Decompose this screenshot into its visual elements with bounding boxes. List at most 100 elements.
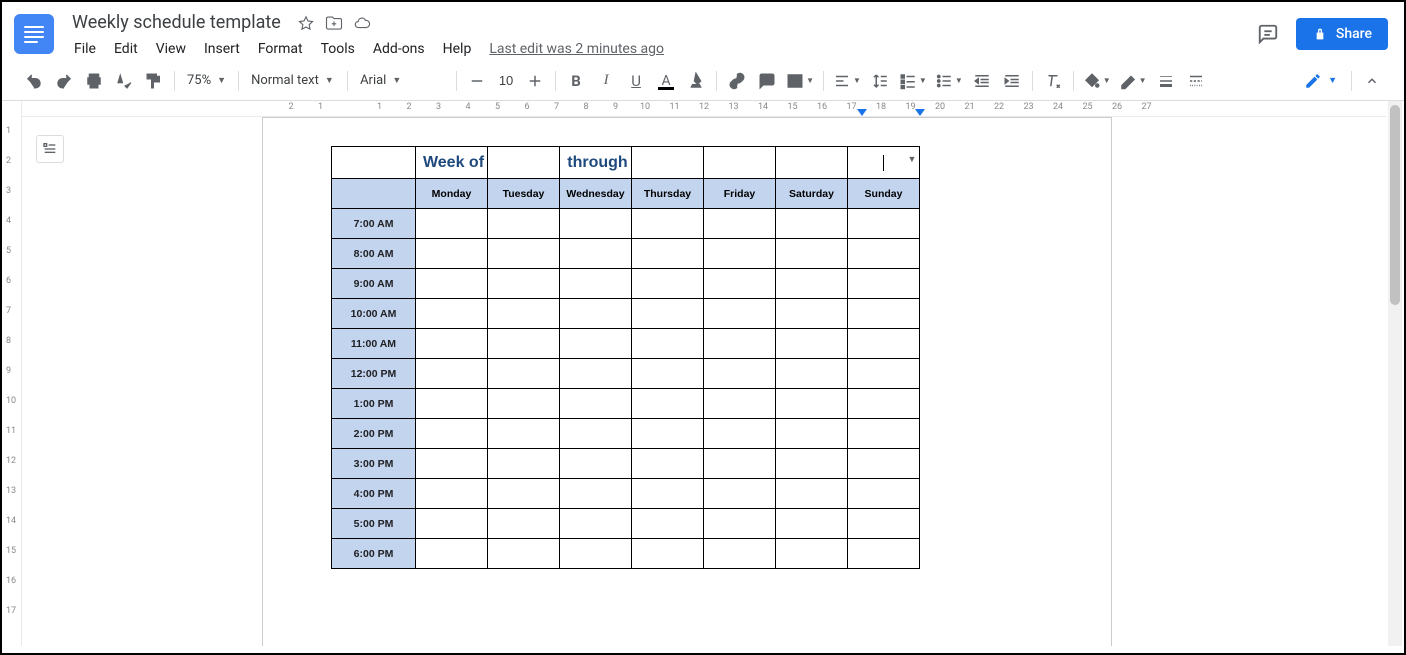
schedule-cell[interactable]	[560, 479, 632, 509]
schedule-cell[interactable]	[488, 359, 560, 389]
schedule-cell[interactable]	[848, 479, 920, 509]
time-cell[interactable]: 6:00 PM	[332, 539, 416, 569]
schedule-cell[interactable]	[488, 419, 560, 449]
schedule-cell[interactable]	[848, 239, 920, 269]
schedule-cell[interactable]	[704, 359, 776, 389]
schedule-cell[interactable]	[632, 209, 704, 239]
border-width-button[interactable]	[1152, 67, 1180, 95]
time-cell[interactable]: 8:00 AM	[332, 239, 416, 269]
schedule-cell[interactable]	[416, 479, 488, 509]
title-row-empty[interactable]	[848, 147, 920, 179]
schedule-cell[interactable]	[632, 509, 704, 539]
bulleted-list-button[interactable]: ▼	[932, 67, 966, 95]
menu-insert[interactable]: Insert	[196, 37, 248, 61]
schedule-cell[interactable]	[776, 269, 848, 299]
outline-button[interactable]	[36, 135, 64, 163]
zoom-select[interactable]: 75%▼	[181, 67, 232, 95]
title-row-empty[interactable]	[332, 147, 416, 179]
schedule-cell[interactable]	[848, 299, 920, 329]
schedule-cell[interactable]	[632, 299, 704, 329]
schedule-cell[interactable]	[488, 539, 560, 569]
schedule-cell[interactable]	[632, 269, 704, 299]
schedule-cell[interactable]	[704, 269, 776, 299]
menu-help[interactable]: Help	[435, 37, 480, 61]
undo-button[interactable]	[20, 67, 48, 95]
schedule-cell[interactable]	[776, 539, 848, 569]
move-icon[interactable]	[325, 14, 343, 32]
schedule-cell[interactable]	[704, 509, 776, 539]
schedule-table[interactable]: Week ofthroughMondayTuesdayWednesdayThur…	[331, 146, 920, 569]
schedule-cell[interactable]	[488, 449, 560, 479]
schedule-cell[interactable]	[848, 389, 920, 419]
day-header-friday[interactable]: Friday	[704, 179, 776, 209]
menu-edit[interactable]: Edit	[106, 37, 146, 61]
day-header-monday[interactable]: Monday	[416, 179, 488, 209]
time-cell[interactable]: 5:00 PM	[332, 509, 416, 539]
schedule-cell[interactable]	[632, 419, 704, 449]
schedule-cell[interactable]	[704, 329, 776, 359]
checklist-button[interactable]: ▼	[896, 67, 930, 95]
schedule-cell[interactable]	[416, 329, 488, 359]
schedule-cell[interactable]	[776, 329, 848, 359]
schedule-cell[interactable]	[776, 209, 848, 239]
docs-logo[interactable]	[14, 14, 54, 54]
schedule-cell[interactable]	[704, 449, 776, 479]
clear-formatting-button[interactable]	[1039, 67, 1067, 95]
schedule-cell[interactable]	[632, 359, 704, 389]
time-cell[interactable]: 1:00 PM	[332, 389, 416, 419]
highlight-color-button[interactable]	[682, 67, 710, 95]
schedule-cell[interactable]	[416, 419, 488, 449]
schedule-cell[interactable]	[848, 329, 920, 359]
add-comment-button[interactable]	[753, 67, 781, 95]
style-select[interactable]: Normal text▼	[245, 67, 341, 95]
schedule-cell[interactable]	[488, 389, 560, 419]
schedule-cell[interactable]	[704, 299, 776, 329]
increase-indent-button[interactable]	[998, 67, 1026, 95]
schedule-cell[interactable]	[488, 299, 560, 329]
schedule-cell[interactable]	[776, 449, 848, 479]
align-button[interactable]: ▼	[830, 67, 864, 95]
time-cell[interactable]: 9:00 AM	[332, 269, 416, 299]
menu-addons[interactable]: Add-ons	[365, 37, 433, 61]
schedule-cell[interactable]	[704, 419, 776, 449]
schedule-cell[interactable]	[776, 419, 848, 449]
title-cell-week-of[interactable]: Week of	[416, 147, 488, 179]
schedule-cell[interactable]	[416, 389, 488, 419]
schedule-cell[interactable]	[704, 209, 776, 239]
schedule-cell[interactable]	[488, 209, 560, 239]
schedule-cell[interactable]	[848, 449, 920, 479]
insert-image-button[interactable]: ▼	[783, 67, 817, 95]
schedule-cell[interactable]	[416, 239, 488, 269]
schedule-cell[interactable]	[848, 269, 920, 299]
schedule-cell[interactable]	[416, 299, 488, 329]
menu-format[interactable]: Format	[250, 37, 311, 61]
spellcheck-button[interactable]	[110, 67, 138, 95]
schedule-cell[interactable]	[704, 479, 776, 509]
schedule-cell[interactable]	[560, 509, 632, 539]
doc-title[interactable]: Weekly schedule template	[66, 10, 287, 35]
schedule-cell[interactable]	[632, 389, 704, 419]
day-header-wednesday[interactable]: Wednesday	[560, 179, 632, 209]
title-row-empty[interactable]	[488, 147, 560, 179]
decrease-indent-button[interactable]	[968, 67, 996, 95]
document-page[interactable]: ▼ Week ofthroughMondayTuesdayWednesdayTh…	[262, 117, 1112, 646]
schedule-cell[interactable]	[704, 389, 776, 419]
font-size-decrease[interactable]	[463, 67, 491, 95]
title-row-empty[interactable]	[632, 147, 704, 179]
time-cell[interactable]: 12:00 PM	[332, 359, 416, 389]
underline-button[interactable]: U	[622, 67, 650, 95]
schedule-cell[interactable]	[560, 419, 632, 449]
editing-mode-button[interactable]: ▼	[1296, 68, 1345, 94]
time-cell[interactable]: 7:00 AM	[332, 209, 416, 239]
schedule-cell[interactable]	[416, 209, 488, 239]
title-row-empty[interactable]	[704, 147, 776, 179]
schedule-cell[interactable]	[560, 209, 632, 239]
time-cell[interactable]: 2:00 PM	[332, 419, 416, 449]
schedule-cell[interactable]	[776, 479, 848, 509]
schedule-cell[interactable]	[848, 419, 920, 449]
schedule-cell[interactable]	[488, 329, 560, 359]
horizontal-ruler[interactable]: 2112345678910111213141516171819202122232…	[22, 101, 1386, 117]
schedule-cell[interactable]	[776, 389, 848, 419]
print-button[interactable]	[80, 67, 108, 95]
menu-tools[interactable]: Tools	[313, 37, 363, 61]
